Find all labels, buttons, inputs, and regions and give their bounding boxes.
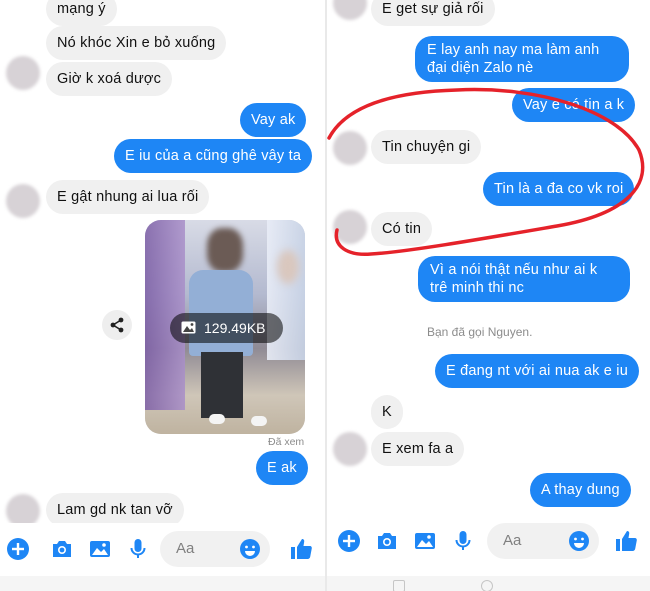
message-incoming[interactable]: Lam gd nk tan vỡ	[46, 493, 184, 527]
avatar[interactable]	[333, 131, 367, 165]
avatar[interactable]	[333, 210, 367, 244]
recent-apps-icon[interactable]	[393, 580, 405, 591]
left-chat-panel: mạng ý Nó khóc Xin e bỏ xuống Giờ k xoá …	[0, 0, 325, 591]
message-outgoing[interactable]: A thay dung	[530, 473, 631, 507]
attachment-size-badge: 129.49KB	[170, 313, 283, 343]
message-incoming[interactable]: Giờ k xoá dược	[46, 62, 173, 96]
avatar[interactable]	[6, 184, 40, 218]
thumbs-up-icon[interactable]	[289, 537, 313, 561]
message-incoming[interactable]: E xem fa a	[371, 432, 465, 466]
call-notice: Bạn đã gọi Nguyen.	[427, 325, 533, 339]
camera-icon[interactable]	[50, 537, 74, 561]
emoji-icon[interactable]	[238, 537, 262, 561]
right-chat-panel: E get sự giả rối E lay anh nay ma làm an…	[327, 0, 650, 591]
message-incoming[interactable]: E gật nhung ai lua rối	[46, 180, 210, 214]
avatar[interactable]	[6, 56, 40, 90]
message-input[interactable]: Aa	[487, 523, 599, 559]
home-icon[interactable]	[481, 580, 493, 591]
plus-icon[interactable]	[6, 537, 30, 561]
microphone-icon[interactable]	[126, 537, 150, 561]
share-icon	[110, 317, 124, 333]
system-nav-bar	[0, 576, 325, 591]
microphone-icon[interactable]	[451, 529, 475, 553]
image-icon	[181, 321, 196, 334]
gallery-icon[interactable]	[413, 529, 437, 553]
avatar[interactable]	[333, 0, 367, 20]
message-outgoing[interactable]: Vì a nói thật nếu như ai k trê minh thi …	[418, 256, 630, 302]
message-outgoing[interactable]: Tin là a đa co vk roi	[483, 172, 635, 206]
message-outgoing[interactable]: E đang nt với ai nua ak e iu	[435, 354, 639, 388]
emoji-icon[interactable]	[567, 529, 591, 553]
seen-status: Đã xem	[268, 436, 305, 448]
message-outgoing[interactable]: Vay ak	[240, 103, 307, 137]
system-nav-bar	[327, 576, 650, 591]
message-outgoing[interactable]: E lay anh nay ma làm anh đại diện Zalo n…	[415, 36, 629, 82]
message-incoming[interactable]: K	[371, 395, 403, 429]
message-incoming[interactable]: Nó khóc Xin e bỏ xuống	[46, 26, 227, 60]
message-incoming[interactable]: Tin chuyện gi	[371, 130, 482, 164]
gallery-icon[interactable]	[88, 537, 112, 561]
message-outgoing[interactable]: Vay e có tin a k	[512, 88, 636, 122]
camera-icon[interactable]	[375, 529, 399, 553]
thumbs-up-icon[interactable]	[614, 529, 638, 553]
plus-icon[interactable]	[337, 529, 361, 553]
message-incoming[interactable]: Có tin	[371, 212, 433, 246]
message-incoming[interactable]: mạng ý	[46, 0, 117, 26]
composer-bar: Aa	[327, 515, 650, 567]
composer-bar: Aa	[0, 523, 325, 575]
share-button[interactable]	[102, 310, 132, 340]
message-incoming[interactable]: E get sự giả rối	[371, 0, 495, 26]
avatar[interactable]	[333, 432, 367, 466]
message-outgoing[interactable]: E ak	[256, 451, 308, 485]
message-input[interactable]: Aa	[160, 531, 270, 567]
message-outgoing[interactable]: E iu của a cũng ghê vây ta	[114, 139, 313, 173]
